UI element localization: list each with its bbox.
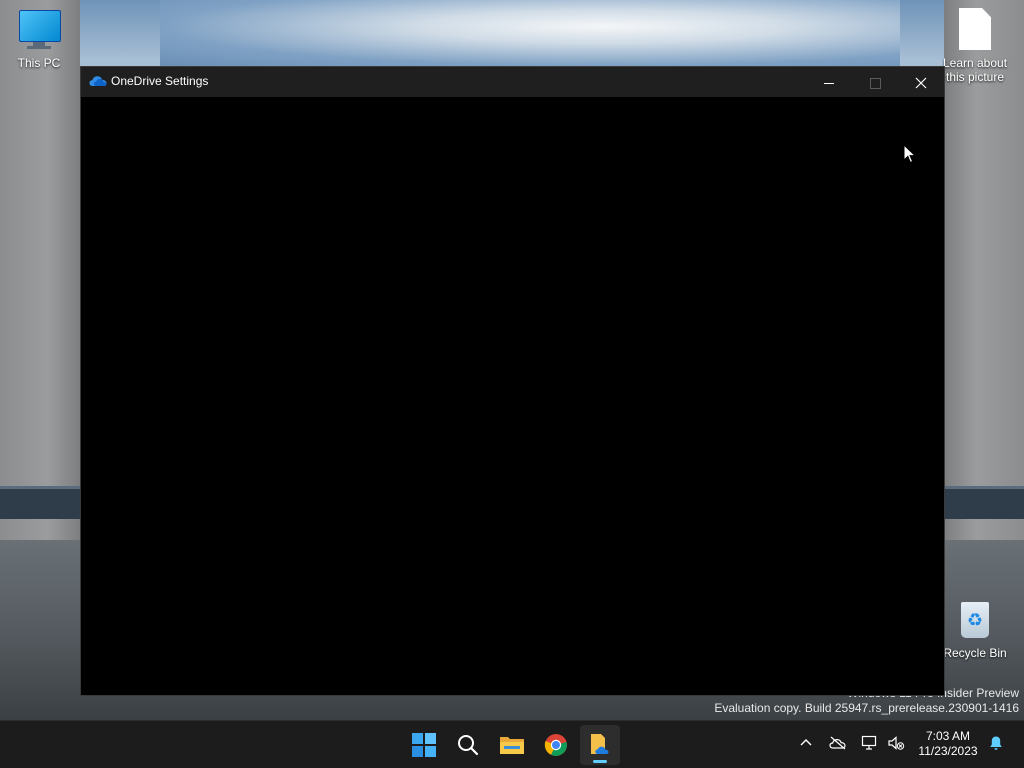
network-button[interactable] xyxy=(860,735,880,755)
desktop-icon-label: Learn about this picture xyxy=(942,56,1008,84)
wallpaper-rail-right xyxy=(944,486,1024,519)
chrome-button[interactable] xyxy=(536,725,576,765)
clock-date: 11/23/2023 xyxy=(918,744,978,758)
desktop-icon-learn-about-picture[interactable]: Learn about this picture xyxy=(938,8,1012,84)
bell-icon xyxy=(990,736,1002,750)
desktop-icon-recycle-bin[interactable]: ♻ Recycle Bin xyxy=(938,598,1012,660)
search-icon xyxy=(458,735,479,756)
onedrive-cloud-icon xyxy=(89,76,107,86)
network-icon xyxy=(861,735,877,750)
desktop-icon-this-pc[interactable]: This PC xyxy=(2,8,76,70)
minimize-icon xyxy=(824,82,834,84)
volume-button[interactable] xyxy=(886,735,906,755)
window-titlebar[interactable]: OneDrive Settings xyxy=(81,67,944,97)
taskbar: 7:03 AM 11/23/2023 xyxy=(0,720,1024,768)
wallpaper-sky xyxy=(160,0,900,66)
close-icon xyxy=(915,77,927,89)
windows-start-icon xyxy=(412,733,436,757)
maximize-button[interactable] xyxy=(852,67,898,97)
desktop-icon-label: Recycle Bin xyxy=(943,646,1007,660)
recycle-bin-icon: ♻ xyxy=(953,598,997,642)
monitor-icon xyxy=(17,8,61,52)
start-button[interactable] xyxy=(404,725,444,765)
onedrive-app-icon xyxy=(591,734,609,754)
desktop: This PC Learn about this picture ♻ Recyc… xyxy=(0,0,1024,768)
notifications-button[interactable] xyxy=(986,735,1006,755)
onedrive-tray-button[interactable] xyxy=(828,735,848,755)
desktop-icon-label: This PC xyxy=(17,56,61,70)
volume-muted-icon xyxy=(888,736,905,750)
maximize-icon xyxy=(869,77,881,89)
chrome-icon xyxy=(544,734,567,756)
close-button[interactable] xyxy=(898,67,944,97)
chevron-up-icon xyxy=(800,739,812,746)
clock-time: 7:03 AM xyxy=(925,729,971,743)
clock[interactable]: 7:03 AM 11/23/2023 xyxy=(910,729,986,759)
onedrive-settings-taskbar-button[interactable] xyxy=(580,725,620,765)
search-button[interactable] xyxy=(448,725,488,765)
wallpaper-rail-left xyxy=(0,486,80,519)
file-explorer-button[interactable] xyxy=(492,725,532,765)
onedrive-settings-window[interactable]: OneDrive Settings xyxy=(80,66,945,696)
document-icon xyxy=(953,8,997,52)
file-explorer-icon xyxy=(500,737,524,754)
onedrive-status-icon xyxy=(829,736,846,750)
watermark-line-2: Evaluation copy. Build 25947.rs_prerelea… xyxy=(714,701,1019,715)
active-app-indicator xyxy=(593,760,607,763)
window-title: OneDrive Settings xyxy=(111,74,209,88)
window-content xyxy=(81,97,944,695)
mouse-cursor-icon xyxy=(903,144,917,164)
show-hidden-icons-button[interactable] xyxy=(796,735,816,755)
minimize-button[interactable] xyxy=(806,67,852,97)
